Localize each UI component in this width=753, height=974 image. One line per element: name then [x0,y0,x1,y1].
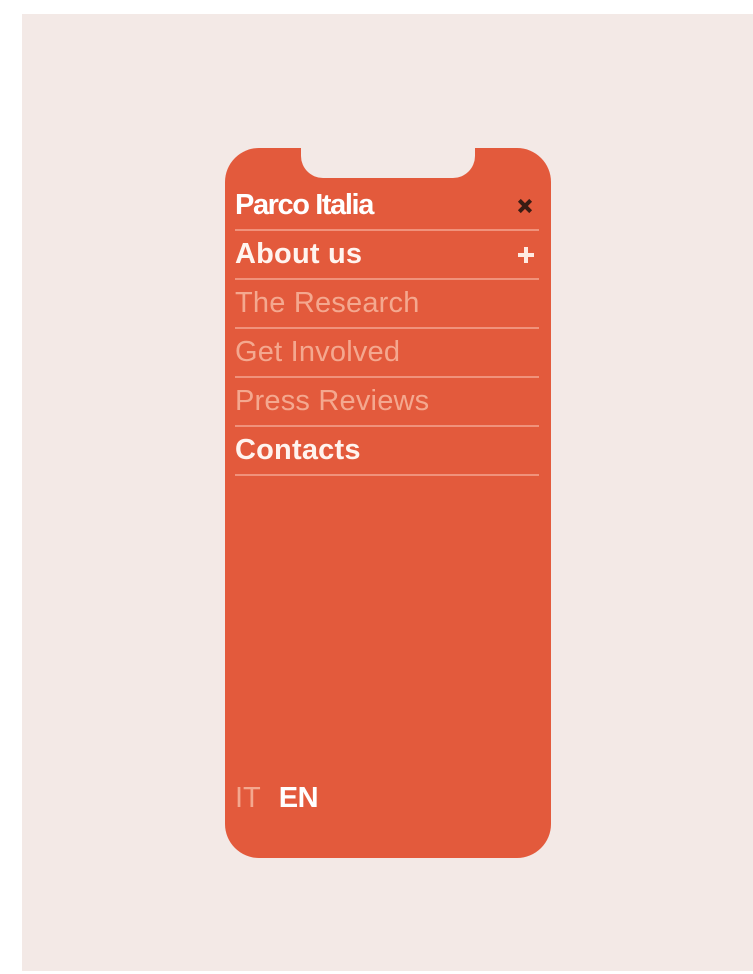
close-icon[interactable] [515,195,537,217]
menu-header: Parco Italia [235,182,539,231]
plus-icon[interactable] [517,246,535,264]
menu-item-contacts[interactable]: Contacts [235,427,539,476]
menu-item-label: Contacts [235,434,361,466]
navigation-menu: Parco Italia About us The Research Get I… [235,182,539,476]
menu-item-label: The Research [235,287,420,319]
brand-title[interactable]: Parco Italia [235,191,374,220]
menu-item-label: About us [235,238,363,270]
menu-item-label: Press Reviews [235,385,430,417]
language-option-it[interactable]: IT [235,784,261,813]
menu-item-about-us[interactable]: About us [235,231,539,280]
phone-notch [301,148,475,178]
menu-item-label: Get Involved [235,336,401,368]
language-option-en[interactable]: EN [279,784,319,813]
language-switcher: IT EN [235,784,319,813]
mobile-menu-panel: Parco Italia About us The Research Get I… [225,148,551,858]
menu-item-press-reviews[interactable]: Press Reviews [235,378,539,427]
menu-item-the-research[interactable]: The Research [235,280,539,329]
menu-item-get-involved[interactable]: Get Involved [235,329,539,378]
